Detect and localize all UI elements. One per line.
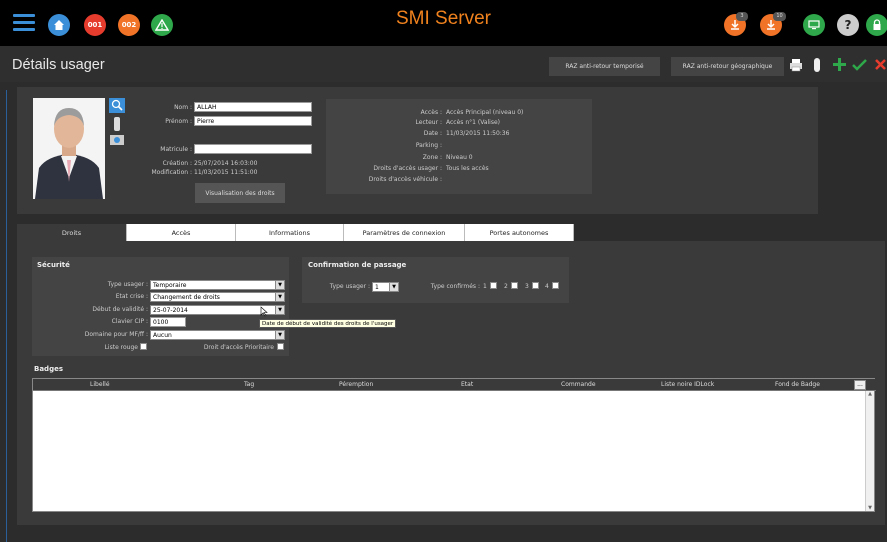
top-bar: 001 002 SMI Server 3 10 ? [0,0,887,46]
confirmation-title: Confirmation de passage [308,261,407,269]
liste-rouge-checkbox[interactable] [140,343,147,350]
type-usager-label: Type usager : [107,281,148,288]
col-etat[interactable]: Etat [461,381,473,388]
date-value: 11/03/2015 11:50:36 [446,130,510,137]
reader-value: Accès n°1 (Valise) [446,119,500,126]
tab-parametres-connexion[interactable]: Paramètres de connexion [344,224,465,241]
zone-label: Zone : [422,154,442,161]
droit-prioritaire-label: Droit d'accès Prioritaire [203,344,274,351]
matricule-input[interactable] [194,144,312,154]
domaine-select[interactable]: Aucun ▼ [150,330,285,340]
tab-acces[interactable]: Accès [127,224,236,241]
user-photo [33,98,105,199]
add-icon[interactable] [832,57,847,74]
type-confirme-2-label: 2 [504,283,508,290]
domaine-label: Domaine pour MF/ff : [84,331,148,338]
type-confirme-4-checkbox[interactable] [552,282,559,289]
clavier-cip-label: Clavier CIP : [111,318,148,325]
download-locked-count-badge: 10 [773,12,786,21]
prenom-input[interactable]: Pierre [194,116,312,126]
modification-value: 11/03/2015 11:51:00 [194,169,258,176]
raz-anti-retour-temporise-button[interactable]: RAZ anti-retour temporisé [549,57,660,76]
raz-anti-retour-geographique-button[interactable]: RAZ anti-retour géographique [671,57,784,76]
app-title: SMI Server [395,8,492,29]
type-confirme-3-label: 3 [525,283,529,290]
tab-droits[interactable]: Droits [17,224,127,241]
vehicle-rights-label: Droits d'accès véhicule : [368,176,442,183]
types-confirmes-label: Type confirmés : [430,283,480,290]
date-label: Date : [423,130,442,137]
type-confirme-1-label: 1 [483,283,487,290]
access-label: Accès : [420,109,442,116]
lock-icon[interactable] [866,14,887,36]
matricule-label: Matricule : [160,146,192,153]
badges-title: Badges [34,365,63,373]
col-commande[interactable]: Commande [561,381,596,388]
reader-label: Lecteur : [415,119,442,126]
type-confirme-1-checkbox[interactable] [490,282,497,289]
type-usager-select[interactable]: Temporaire ▼ [150,280,285,290]
nom-label: Nom : [174,104,192,111]
download-count-badge: 3 [736,12,748,21]
mouse-cursor-icon [260,306,268,319]
access-value: Accès Principal (niveau 0) [446,109,524,116]
col-libelle[interactable]: Libellé [90,381,110,388]
type-confirme-2-checkbox[interactable] [511,282,518,289]
badges-table-header: Libellé Tag Péremption Etat Commande Lis… [33,379,876,391]
page-title: Détails usager [12,57,105,73]
validate-check-icon[interactable] [852,58,867,73]
creation-value: 25/07/2014 16:03:00 [194,160,258,167]
parking-label: Parking : [415,142,442,149]
creation-label: Création : [162,160,192,167]
confirmation-type-usager-label: Type usager : [329,283,370,290]
type-confirme-4-label: 4 [545,283,549,290]
liste-rouge-label: Liste rouge [104,344,138,351]
print-icon[interactable] [789,58,803,74]
user-rights-value: Tous les accès [446,165,489,172]
securite-title: Sécurité [37,261,70,269]
attachment-icon[interactable] [812,57,822,75]
user-rights-label: Droits d'accès usager : [373,165,442,172]
help-icon[interactable]: ? [837,14,859,36]
col-peremption[interactable]: Péremption [339,381,373,388]
prenom-label: Prénom : [165,118,192,125]
col-liste-noire-idlock[interactable]: Liste noire IDLock [661,381,714,388]
camera-icon[interactable] [109,132,125,148]
confirmation-type-usager-select[interactable]: 1 ▼ [372,282,399,292]
tooltip: Date de début de validité des droits de … [259,319,397,328]
table-scrollbar[interactable]: ▲ ▼ [865,391,874,511]
column-chooser-button[interactable]: ... [854,380,866,390]
tab-informations[interactable]: Informations [236,224,344,241]
nom-input[interactable]: ALLAH [194,102,312,112]
debut-validite-label: Début de validité : [92,306,148,313]
tab-portes-autonomes[interactable]: Portes autonomes [465,224,574,241]
monitor-icon[interactable] [803,14,825,36]
clavier-cip-input[interactable]: 0100 [150,317,186,327]
type-confirme-3-checkbox[interactable] [532,282,539,289]
etat-crise-select[interactable]: Changement de droits ▼ [150,292,285,302]
modification-label: Modification : [151,169,193,176]
col-tag[interactable]: Tag [244,381,254,388]
zone-value: Niveau 0 [446,154,473,161]
visualisation-droits-button[interactable]: Visualisation des droits [195,183,285,203]
search-photo-icon[interactable] [109,98,125,113]
col-fond-de-badge[interactable]: Fond de Badge [775,381,820,388]
badges-table: Libellé Tag Péremption Etat Commande Lis… [32,378,876,512]
droit-prioritaire-checkbox[interactable] [277,343,284,350]
etat-crise-label: Etat crise : [115,293,148,300]
delete-icon[interactable] [874,58,887,73]
left-accent-line [6,90,7,542]
